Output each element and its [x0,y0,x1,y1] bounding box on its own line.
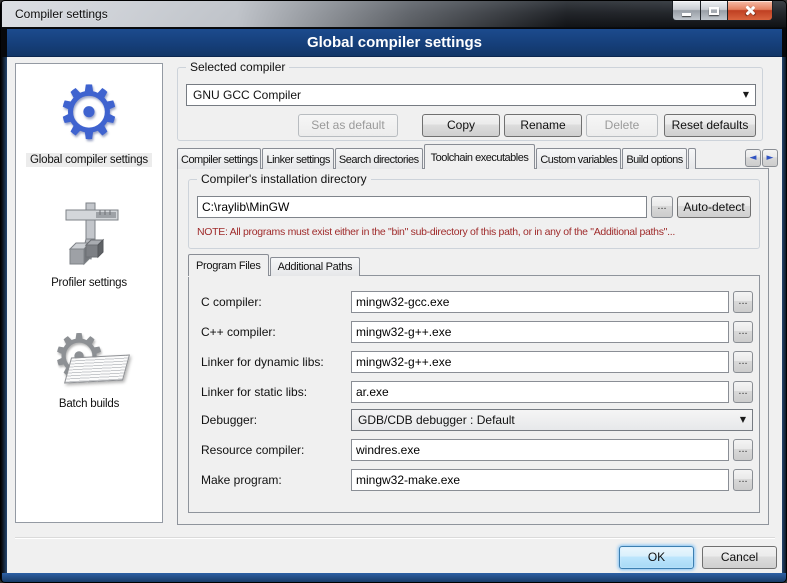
selected-compiler-group-label: Selected compiler [186,60,289,74]
maximize-button[interactable] [701,1,728,21]
dynamic-linker-browse-button[interactable]: ... [733,351,753,373]
cancel-button[interactable]: Cancel [702,546,777,569]
window-frame-bottom [2,573,786,583]
batch-stack-icon [64,355,130,384]
close-button[interactable] [728,1,773,21]
toolchain-subtabbar: Program Files Additional Paths [188,254,361,276]
set-as-default-button[interactable]: Set as default [298,114,398,137]
window-title: Compiler settings [15,7,108,21]
chevron-down-icon: ▼ [740,410,746,430]
c-compiler-browse-button[interactable]: ... [733,291,753,313]
field-row: C compiler: ... [189,291,759,315]
caption-buttons [672,1,773,21]
chevron-down-icon: ▼ [743,85,749,105]
minimize-button[interactable] [672,1,701,21]
compiler-select-value: GNU GCC Compiler [193,88,301,102]
installation-directory-group: Compiler's installation directory ... Au… [188,179,760,249]
sidebar-item-global-compiler-settings[interactable]: ⚙ Global compiler settings [16,64,162,167]
field-row: Resource compiler: ... [189,439,759,463]
debugger-label: Debugger: [201,413,257,427]
tab-build-options[interactable]: Build options [622,148,687,169]
tab-toolchain-executables[interactable]: Toolchain executables [424,144,536,169]
cpp-compiler-browse-button[interactable]: ... [733,321,753,343]
sidebar-item-label: Profiler settings [47,276,131,290]
subtab-additional-paths[interactable]: Additional Paths [270,257,361,276]
selected-compiler-group: Selected compiler GNU GCC Compiler ▼ Set… [177,67,763,141]
sidebar-item-batch-builds[interactable]: ⚙ Batch builds [16,318,162,411]
tab-clipped[interactable] [688,148,696,169]
ok-button[interactable]: OK [619,546,694,569]
browse-directory-button[interactable]: ... [651,196,673,218]
tab-scroll-right-icon[interactable]: ► [762,149,778,167]
tab-scroll-left-icon[interactable]: ◄ [745,149,761,167]
rename-button[interactable]: Rename [504,114,582,137]
make-program-browse-button[interactable]: ... [733,469,753,491]
installation-directory-group-label: Compiler's installation directory [197,172,371,186]
make-program-input[interactable] [351,469,729,491]
tab-custom-variables[interactable]: Custom variables [536,148,621,169]
debugger-select-value: GDB/CDB debugger : Default [358,413,515,427]
installation-directory-input[interactable] [197,196,647,218]
auto-detect-button[interactable]: Auto-detect [677,196,751,218]
field-row: Linker for static libs: ... [189,381,759,405]
toolchain-executables-panel: Compiler's installation directory ... Au… [177,168,769,525]
compiler-select[interactable]: GNU GCC Compiler ▼ [186,84,756,106]
resource-compiler-label: Resource compiler: [201,443,304,457]
install-path-note: NOTE: All programs must exist either in … [197,226,753,238]
static-linker-label: Linker for static libs: [201,385,307,399]
field-row: Make program: ... [189,469,759,493]
minimize-icon [682,13,691,16]
debugger-select[interactable]: GDB/CDB debugger : Default ▼ [351,409,753,431]
static-linker-browse-button[interactable]: ... [733,381,753,403]
c-compiler-label: C compiler: [201,295,262,309]
cpp-compiler-input[interactable] [351,321,729,343]
sidebar-item-profiler-settings[interactable]: Profiler settings [16,197,162,290]
static-linker-input[interactable] [351,381,729,403]
tab-compiler-settings[interactable]: Compiler settings [177,148,261,169]
resource-compiler-input[interactable] [351,439,729,461]
tab-linker-settings[interactable]: Linker settings [262,148,333,169]
settings-tabbar: Compiler settings Linker settings Search… [177,144,697,169]
batch-gear-icon: ⚙ [16,318,162,396]
tab-scroll-buttons: ◄ ► [744,149,778,167]
window-frame-right [782,57,787,574]
page-title: Global compiler settings [7,29,782,57]
subtab-program-files[interactable]: Program Files [188,254,269,276]
c-compiler-input[interactable] [351,291,729,313]
close-icon [745,5,756,16]
field-row: Debugger: GDB/CDB debugger : Default ▼ [189,409,759,433]
program-files-panel: C compiler: ... C++ compiler: ... Linker… [188,275,760,513]
delete-button[interactable]: Delete [586,114,658,137]
titlebar[interactable]: Compiler settings [2,1,786,28]
copy-button[interactable]: Copy [422,114,500,137]
maximize-icon [709,7,719,15]
resource-compiler-browse-button[interactable]: ... [733,439,753,461]
caliper-icon [16,197,162,275]
field-row: C++ compiler: ... [189,321,759,345]
compiler-settings-dialog: Compiler settings Global compiler settin… [0,0,787,583]
reset-defaults-button[interactable]: Reset defaults [664,114,756,137]
make-program-label: Make program: [201,473,282,487]
sidebar-item-label: Batch builds [55,397,123,411]
footer-divider [15,537,775,539]
dialog-body: ⚙ Global compiler settings [7,57,782,573]
dynamic-linker-label: Linker for dynamic libs: [201,355,324,369]
blue-gear-icon: ⚙ [16,74,162,152]
field-row: Linker for dynamic libs: ... [189,351,759,375]
settings-category-list: ⚙ Global compiler settings [15,63,163,523]
tab-search-directories[interactable]: Search directories [335,148,423,169]
cpp-compiler-label: C++ compiler: [201,325,276,339]
dynamic-linker-input[interactable] [351,351,729,373]
